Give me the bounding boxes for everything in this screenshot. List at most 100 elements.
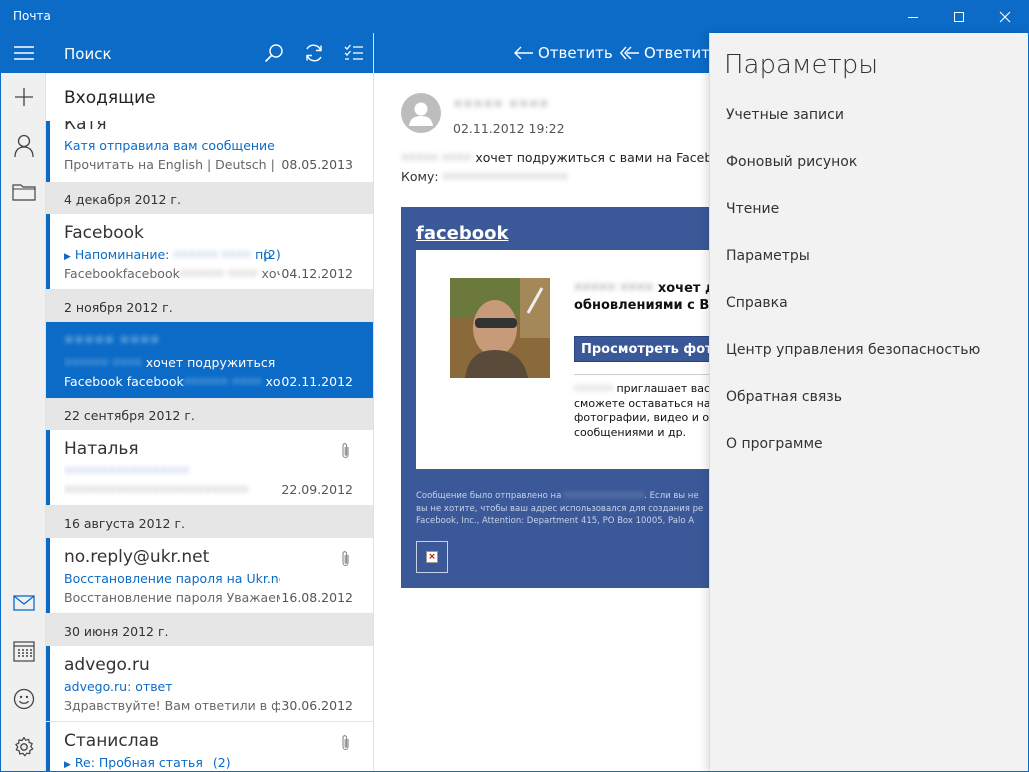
footer-line1-head: Сообщение было отправлено на bbox=[416, 491, 562, 501]
preview-head: Facebookfacebook bbox=[64, 266, 180, 281]
subject-tail: хочет подружиться с ва bbox=[145, 355, 280, 370]
select-mode-button[interactable] bbox=[334, 33, 373, 73]
maximize-button[interactable] bbox=[936, 1, 982, 33]
settings-item-feedback[interactable]: Обратная связь bbox=[726, 389, 842, 405]
facebook-logo-link[interactable]: facebook bbox=[416, 223, 508, 244]
subject-line: ▶ Напоминание: •••••• •••• пр bbox=[64, 247, 280, 262]
reply-button[interactable]: Ответить bbox=[514, 44, 613, 62]
thread-count: (2) bbox=[263, 247, 281, 262]
footer-line1-tail: . Если вы не bbox=[644, 491, 699, 501]
folders-button[interactable] bbox=[1, 170, 46, 214]
sync-icon bbox=[306, 44, 322, 62]
calendar-icon bbox=[12, 641, 35, 662]
footer-line3: Facebook, Inc., Attention: Department 41… bbox=[416, 516, 695, 526]
date-group-header: 4 декабря 2012 г. bbox=[46, 182, 373, 214]
preview-tail: хочет bbox=[261, 266, 280, 281]
nav-rail bbox=[1, 33, 46, 771]
list-header: Поиск bbox=[46, 33, 373, 73]
preview-redacted: •••••• •••• bbox=[183, 374, 262, 389]
view-photos-button[interactable]: Просмотреть фото bbox=[574, 336, 709, 362]
sender-name: ••••• •••• bbox=[64, 331, 160, 351]
preview-line: Facebookfacebook•••••• •••• хочет bbox=[64, 266, 280, 281]
minimize-button[interactable] bbox=[890, 1, 936, 33]
mail-button[interactable] bbox=[1, 581, 46, 625]
settings-item-trust-center[interactable]: Центр управления безопасностью bbox=[726, 342, 980, 358]
feedback-button[interactable] bbox=[1, 677, 46, 721]
maximize-icon bbox=[954, 12, 964, 22]
list-item[interactable]: advego.ru advego.ru: ответ Здравствуйте!… bbox=[46, 646, 373, 722]
message-list-pane: Поиск Входящие Катя Катя отправила вам с… bbox=[46, 33, 374, 771]
message-date: 22.09.2012 bbox=[281, 482, 353, 497]
reply-all-icon bbox=[620, 46, 639, 60]
close-button[interactable] bbox=[982, 1, 1028, 33]
message-summary: ••••• •••• хочет подружиться с вами на F… bbox=[401, 150, 709, 165]
reply-all-button[interactable]: Ответить bbox=[620, 44, 709, 62]
subject-line: ▶ Re: Пробная статья (2) bbox=[64, 755, 280, 770]
settings-item-help[interactable]: Справка bbox=[726, 295, 788, 311]
attachment-icon bbox=[342, 551, 349, 567]
settings-item-background[interactable]: Фоновый рисунок bbox=[726, 154, 857, 170]
settings-button[interactable] bbox=[1, 725, 46, 769]
list-item[interactable]: Наталья ••••••••••••••••• ••••••••••••••… bbox=[46, 430, 373, 506]
search-label[interactable]: Поиск bbox=[64, 45, 112, 63]
reply-arrow-icon bbox=[514, 46, 533, 60]
message-date: 30.06.2012 bbox=[281, 698, 353, 713]
invite-text: ••••• •••• хочет д обновлениями с Ва bbox=[574, 280, 709, 314]
preview-line: Facebook facebook•••••• •••• хоче bbox=[64, 374, 280, 389]
subject-line: Катя отправила вам сообщение на Facebook bbox=[64, 138, 280, 153]
unread-bar bbox=[46, 121, 50, 182]
settings-item-reading[interactable]: Чтение bbox=[726, 201, 779, 217]
hamburger-button[interactable] bbox=[1, 33, 46, 73]
facebook-email-body: facebook ••••• •••• хочет д bbox=[401, 207, 709, 588]
date-group-header: 30 июня 2012 г. bbox=[46, 614, 373, 646]
subject-redacted: •••••• •••• bbox=[173, 247, 252, 262]
settings-item-about[interactable]: О программе bbox=[726, 436, 823, 452]
preview-line: Здравствуйте! Вам ответили в форуме bbox=[64, 698, 280, 713]
reading-pane: Ответить Ответить ••••• •••• 02.11.2012 … bbox=[374, 33, 709, 771]
expand-thread-icon[interactable]: ▶ bbox=[64, 252, 71, 262]
new-mail-button[interactable] bbox=[1, 75, 46, 119]
preview-line: Восстановление пароля Уважаемый пользова… bbox=[64, 590, 280, 605]
broken-image-icon: × bbox=[426, 551, 438, 563]
preview-tail: хоче bbox=[265, 374, 280, 389]
search-button[interactable] bbox=[254, 33, 294, 73]
search-icon bbox=[264, 44, 283, 63]
list-item-selected[interactable]: ••••• •••• •••••• •••• хочет подружиться… bbox=[46, 322, 373, 398]
settings-title: Параметры bbox=[724, 50, 879, 80]
smiley-icon bbox=[13, 688, 34, 710]
sender-name: advego.ru bbox=[64, 655, 150, 675]
desc-redacted: •••••• bbox=[574, 382, 613, 395]
preview-redacted: •••••• •••• bbox=[179, 266, 258, 281]
window-title: Почта bbox=[13, 9, 51, 23]
close-icon bbox=[999, 11, 1011, 23]
invite-line2: обновлениями с Ва bbox=[574, 298, 709, 313]
email-footer: Сообщение было отправлено на •••••••••••… bbox=[416, 490, 703, 528]
summary-redacted: ••••• •••• bbox=[401, 150, 472, 165]
desc-line2: сможете оставаться на св bbox=[574, 396, 709, 410]
list-item[interactable]: Катя Катя отправила вам сообщение на Fac… bbox=[46, 121, 373, 183]
hamburger-icon bbox=[13, 46, 34, 60]
list-item[interactable]: Станислав ▶ Re: Пробная статья (2) bbox=[46, 722, 373, 771]
profile-photo[interactable] bbox=[450, 278, 550, 378]
sender-name: Facebook bbox=[64, 223, 144, 243]
profile-photo-image bbox=[450, 278, 550, 378]
message-timestamp: 02.11.2012 19:22 bbox=[453, 121, 565, 136]
settings-item-options[interactable]: Параметры bbox=[726, 248, 810, 264]
accounts-button[interactable] bbox=[1, 124, 46, 168]
message-date: 08.05.2013 bbox=[281, 157, 353, 172]
settings-item-accounts[interactable]: Учетные записи bbox=[726, 107, 844, 123]
sync-button[interactable] bbox=[294, 33, 334, 73]
divider bbox=[574, 374, 709, 375]
date-group-header: 16 августа 2012 г. bbox=[46, 506, 373, 538]
plus-icon bbox=[14, 88, 33, 106]
message-date: 04.12.2012 bbox=[281, 266, 353, 281]
expand-thread-icon[interactable]: ▶ bbox=[64, 760, 71, 770]
attachment-icon bbox=[342, 443, 349, 459]
minimize-icon bbox=[908, 17, 918, 18]
list-item[interactable]: no.reply@ukr.net Восстановление пароля н… bbox=[46, 538, 373, 614]
message-list: Катя Катя отправила вам сообщение на Fac… bbox=[46, 121, 373, 771]
list-item[interactable]: Facebook ▶ Напоминание: •••••• •••• пр (… bbox=[46, 214, 373, 290]
desc-line1: приглашает вас на bbox=[616, 382, 709, 395]
calendar-button[interactable] bbox=[1, 629, 46, 673]
reply-all-label: Ответить bbox=[644, 44, 709, 62]
